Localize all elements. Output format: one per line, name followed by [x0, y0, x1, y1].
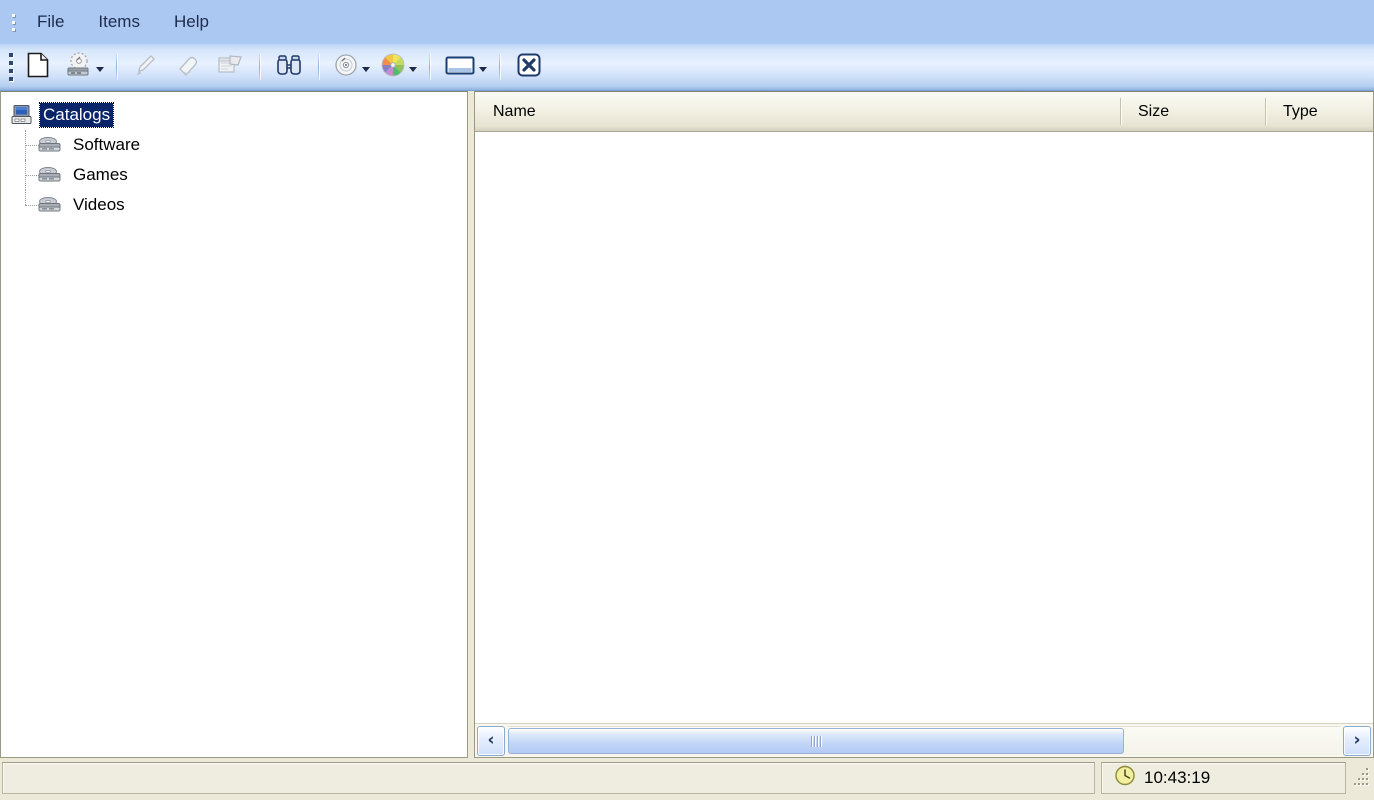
status-message-panel [2, 762, 1095, 794]
tree-item-label: Videos [73, 195, 125, 214]
list-column-headers: Name Size Type [475, 92, 1373, 132]
disc-scan-icon [65, 51, 93, 83]
tree-item-games[interactable]: Games [11, 160, 467, 190]
disc-tools-button[interactable] [329, 47, 372, 87]
menu-bar-drag-handle[interactable] [6, 0, 20, 44]
view-mode-button[interactable] [440, 47, 489, 87]
scrollbar-grip-icon [810, 735, 821, 747]
menu-item-items[interactable]: Items [85, 8, 153, 36]
chevron-left-icon: ‹ [487, 730, 495, 750]
column-header-label: Name [493, 102, 536, 120]
categories-button[interactable] [376, 47, 419, 87]
edit-item-button[interactable] [127, 47, 165, 87]
toolbar-separator [318, 54, 319, 80]
find-button[interactable] [270, 47, 308, 87]
column-header-type[interactable]: Type [1265, 92, 1373, 131]
disc-drive-icon [37, 166, 63, 184]
scroll-left-button[interactable]: ‹ [477, 725, 505, 756]
column-header-name[interactable]: Name [475, 92, 1120, 131]
status-bar: 10:43:19 [0, 758, 1374, 800]
cd-disc-icon [333, 52, 359, 83]
new-document-icon [27, 52, 49, 83]
binoculars-icon [275, 53, 303, 82]
close-x-icon [516, 52, 542, 83]
color-wheel-icon [380, 52, 406, 83]
item-list-panel: Name Size Type ‹ › [474, 91, 1374, 758]
tree-item-software[interactable]: Software [11, 130, 467, 160]
toolbar-separator [259, 54, 260, 80]
catalog-tree: Catalogs Software Games Videos [1, 92, 467, 220]
tree-item-label: Software [73, 135, 141, 154]
chevron-down-icon [362, 66, 370, 72]
close-button[interactable] [510, 47, 548, 87]
clock-time: 10:43:19 [1144, 768, 1211, 787]
chevron-down-icon [409, 66, 417, 72]
scroll-right-button[interactable]: › [1343, 725, 1371, 756]
toolbar-separator [499, 54, 500, 80]
application-window: File Items Help Catalogs Software Games … [0, 0, 1374, 800]
scan-disc-button[interactable] [61, 47, 106, 87]
item-list-body[interactable] [475, 132, 1373, 723]
toolbar-separator [116, 54, 117, 80]
catalog-tree-panel: Catalogs Software Games Videos [0, 91, 468, 758]
disc-drive-icon [37, 196, 63, 214]
scrollbar-track[interactable] [508, 726, 1340, 755]
new-catalog-button[interactable] [19, 47, 57, 87]
scrollbar-thumb[interactable] [508, 728, 1124, 754]
window-view-icon [444, 53, 476, 82]
menu-item-file[interactable]: File [24, 8, 77, 36]
tree-item-videos[interactable]: Videos [11, 190, 467, 220]
tree-item-label: Games [73, 165, 128, 184]
pencil-icon [134, 52, 158, 83]
chevron-down-icon [96, 66, 104, 72]
properties-button[interactable] [211, 47, 249, 87]
tree-item-label: Catalogs [38, 102, 115, 128]
toolbar [0, 44, 1374, 91]
toolbar-drag-handle[interactable] [5, 44, 17, 90]
menu-item-help[interactable]: Help [161, 8, 222, 36]
folder-properties-icon [217, 53, 243, 82]
column-header-size[interactable]: Size [1120, 92, 1265, 131]
content-area: Catalogs Software Games Videos Name Size… [0, 91, 1374, 758]
clock-icon [1114, 765, 1136, 792]
chevron-down-icon [479, 66, 487, 72]
status-clock-panel: 10:43:19 [1101, 762, 1346, 794]
toolbar-separator [429, 54, 430, 80]
computer-icon [11, 104, 33, 126]
tree-connector-line [25, 190, 27, 205]
column-header-label: Size [1138, 102, 1170, 120]
eraser-icon [175, 52, 201, 83]
horizontal-scrollbar[interactable]: ‹ › [475, 723, 1373, 757]
delete-item-button[interactable] [169, 47, 207, 87]
chevron-right-icon: › [1353, 730, 1361, 750]
menu-bar: File Items Help [0, 0, 1374, 44]
tree-item-catalogs[interactable]: Catalogs [11, 100, 467, 130]
disc-drive-icon [37, 136, 63, 154]
resize-grip[interactable] [1352, 762, 1372, 794]
column-header-label: Type [1283, 102, 1318, 120]
